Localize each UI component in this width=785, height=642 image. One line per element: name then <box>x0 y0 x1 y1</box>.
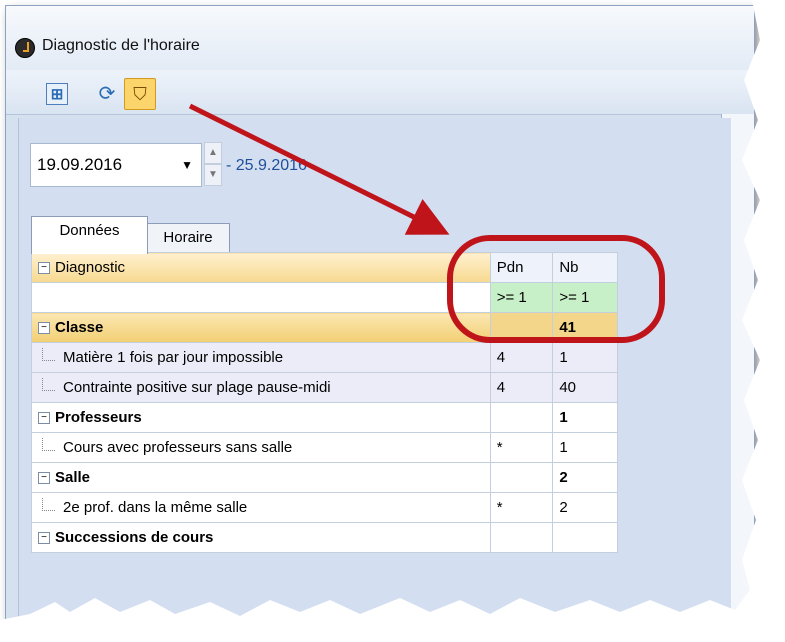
row-label: 2e prof. dans la même salle <box>63 499 248 516</box>
tree-connector <box>42 347 55 361</box>
pdn-cell: 4 <box>489 342 554 373</box>
table-row[interactable]: Cours avec professeurs sans salle * 1 <box>31 432 618 463</box>
spin-up-icon[interactable]: ▲ <box>204 142 222 164</box>
nb-cell: 40 <box>552 372 618 403</box>
collapse-icon[interactable]: − <box>38 472 50 485</box>
tab-donnees[interactable]: Données <box>31 216 148 254</box>
nb-cell: 1 <box>552 402 618 433</box>
diagnostic-header-label: Diagnostic <box>55 259 126 276</box>
row-label: Cours avec professeurs sans salle <box>63 439 293 456</box>
group-label: Salle <box>55 469 91 486</box>
pdn-cell <box>489 402 554 433</box>
pdn-cell: * <box>489 492 554 523</box>
filter-button[interactable]: ⛉ <box>124 78 156 110</box>
group-row[interactable]: − Successions de cours <box>31 522 618 553</box>
refresh-button[interactable]: ⟳ <box>94 80 120 106</box>
nb-cell: 2 <box>552 462 618 493</box>
tree-connector <box>42 437 55 451</box>
filter-cell-empty[interactable] <box>31 282 491 313</box>
group-row[interactable]: − Professeurs 1 <box>31 402 618 433</box>
group-label: Professeurs <box>55 409 142 426</box>
pdn-filter[interactable]: >= 1 <box>489 282 554 313</box>
end-date-text: - 25.9.2016 <box>226 157 307 174</box>
grid-header-row: − Diagnostic Pdn Nb <box>31 252 618 283</box>
window-title: Diagnostic de l'horaire <box>42 37 200 54</box>
table-row[interactable]: Matière 1 fois par jour impossible 4 1 <box>31 342 618 373</box>
collapse-icon[interactable]: − <box>38 532 50 545</box>
group-label: Successions de cours <box>55 529 214 546</box>
pdn-cell: 4 <box>489 372 554 403</box>
date-spinner[interactable]: ▲ ▼ <box>204 142 222 186</box>
collapse-icon[interactable]: − <box>38 412 50 425</box>
pdn-column-header[interactable]: Pdn <box>489 252 554 283</box>
collapse-icon[interactable]: − <box>38 262 50 275</box>
nb-cell: 1 <box>552 342 618 373</box>
collapse-icon[interactable]: − <box>38 322 50 335</box>
start-date-value: 19.09.2016 <box>37 155 123 174</box>
pdn-cell: * <box>489 432 554 463</box>
diagnostic-column-header[interactable]: − Diagnostic <box>31 252 491 283</box>
filter-row: >= 1 >= 1 <box>31 282 618 313</box>
tree-connector <box>42 497 55 511</box>
tree-connector <box>42 377 55 391</box>
dropdown-arrow-icon[interactable]: ▼ <box>181 158 193 172</box>
nb-cell: 2 <box>552 492 618 523</box>
nb-column-header[interactable]: Nb <box>552 252 618 283</box>
table-row[interactable]: 2e prof. dans la même salle * 2 <box>31 492 618 523</box>
nb-cell <box>552 522 618 553</box>
new-button[interactable]: ⊞ <box>46 83 68 105</box>
pdn-cell <box>489 522 554 553</box>
title-bar: Diagnostic de l'horaire <box>6 6 754 70</box>
diagnostic-grid: − Diagnostic Pdn Nb >= 1 >= 1 − Classe 41 … <box>31 252 618 553</box>
row-label: Matière 1 fois par jour impossible <box>63 349 284 366</box>
group-label: Classe <box>55 319 104 336</box>
nb-cell: 41 <box>552 312 618 343</box>
spin-down-icon[interactable]: ▼ <box>204 164 222 186</box>
nb-filter[interactable]: >= 1 <box>552 282 618 313</box>
table-row[interactable]: Contrainte positive sur plage pause-midi… <box>31 372 618 403</box>
pdn-cell <box>489 462 554 493</box>
clock-icon <box>15 38 35 58</box>
pdn-cell <box>489 312 554 343</box>
tab-horaire[interactable]: Horaire <box>146 223 230 252</box>
group-row[interactable]: − Salle 2 <box>31 462 618 493</box>
nb-cell: 1 <box>552 432 618 463</box>
toolbar: ⊞ ⟳ ⛉ <box>6 70 754 115</box>
group-row[interactable]: − Classe 41 <box>31 312 618 343</box>
date-picker[interactable]: 19.09.2016 ▼ <box>30 143 202 187</box>
row-label: Contrainte positive sur plage pause-midi <box>63 379 331 396</box>
